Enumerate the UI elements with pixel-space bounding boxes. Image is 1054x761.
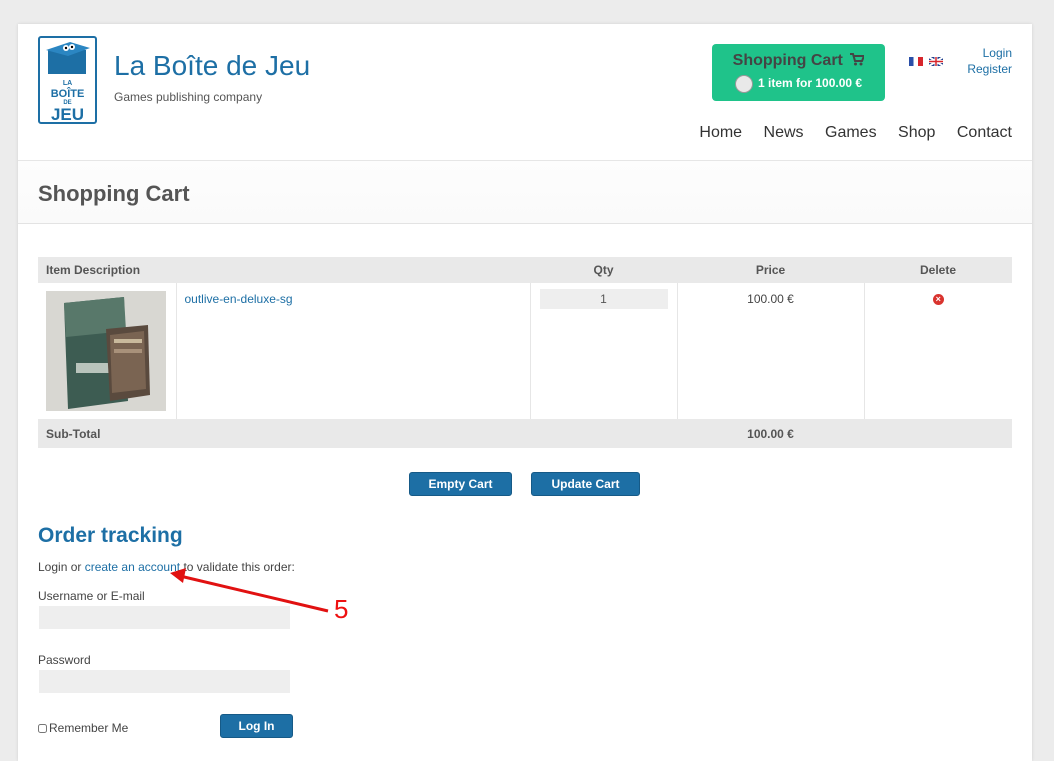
subtotal-spacer-2 xyxy=(864,419,1012,448)
remember-me-checkbox[interactable] xyxy=(38,724,47,733)
remember-me: Remember Me xyxy=(38,721,128,735)
create-account-link[interactable]: create an account xyxy=(85,560,180,574)
subtotal-value: 100.00 € xyxy=(677,419,864,448)
cart-widget-button[interactable]: Shopping Cart 1 item for 100.00 € xyxy=(712,44,885,101)
logo-text-boite: BOÎTE xyxy=(50,88,85,100)
fr-flag-icon[interactable] xyxy=(909,57,923,66)
auth-links: Login Register xyxy=(948,45,1012,77)
password-input[interactable] xyxy=(39,670,290,693)
nav-shop[interactable]: Shop xyxy=(898,124,935,141)
delete-cell: × xyxy=(864,283,1012,419)
site-tagline: Games publishing company xyxy=(114,90,263,104)
annotation-number: 5 xyxy=(334,594,349,624)
site-header: LA BOÎTE DE JEU La Boîte de Jeu Games pu… xyxy=(18,24,1032,161)
cart-table: Item Description Qty Price Delete outliv… xyxy=(38,257,1012,448)
uk-flag-icon[interactable] xyxy=(929,57,944,66)
table-row: outlive-en-deluxe-sg 100.00 € × xyxy=(38,283,1012,419)
remember-me-label: Remember Me xyxy=(49,721,129,735)
register-link[interactable]: Register xyxy=(948,61,1012,77)
product-image-cell xyxy=(38,283,177,419)
nav-news[interactable]: News xyxy=(764,124,804,141)
order-tracking-intro: Login or create an account to validate t… xyxy=(38,560,295,574)
cart-table-header: Item Description Qty Price Delete xyxy=(38,257,1012,283)
site-title[interactable]: La Boîte de Jeu xyxy=(114,50,310,82)
basket-icon xyxy=(735,75,753,93)
intro-text-before: Login or xyxy=(38,560,85,574)
update-cart-button[interactable]: Update Cart xyxy=(531,472,640,496)
shopping-cart-icon xyxy=(850,53,866,71)
product-link[interactable]: outlive-en-deluxe-sg xyxy=(185,292,293,306)
login-link[interactable]: Login xyxy=(948,45,1012,61)
header-price: Price xyxy=(677,257,864,283)
intro-text-after: to validate this order: xyxy=(180,560,295,574)
nav-home[interactable]: Home xyxy=(699,124,742,141)
price-cell: 100.00 € xyxy=(677,283,865,419)
quantity-input[interactable] xyxy=(539,289,668,309)
username-input[interactable] xyxy=(39,606,290,629)
page-container: LA BOÎTE DE JEU La Boîte de Jeu Games pu… xyxy=(18,24,1032,761)
subtotal-row: Sub-Total 100.00 € xyxy=(38,419,1012,448)
nav-contact[interactable]: Contact xyxy=(957,124,1012,141)
site-logo[interactable]: LA BOÎTE DE JEU xyxy=(38,36,97,124)
product-name-cell: outlive-en-deluxe-sg xyxy=(176,283,531,419)
language-switcher xyxy=(909,53,945,71)
cart-widget-summary: 1 item for 100.00 € xyxy=(758,76,863,90)
page-title: Shopping Cart xyxy=(38,181,190,206)
logo-text-jeu: JEU xyxy=(50,105,85,124)
subtotal-spacer xyxy=(530,419,677,448)
logo-wordmark: LA BOÎTE DE JEU xyxy=(40,78,95,123)
delete-item-icon[interactable]: × xyxy=(932,294,944,305)
log-in-button[interactable]: Log In xyxy=(220,714,293,738)
cart-widget-title: Shopping Cart xyxy=(732,52,843,69)
header-delete: Delete xyxy=(864,257,1012,283)
qty-cell xyxy=(530,283,678,419)
username-label: Username or E-mail xyxy=(38,589,145,603)
header-qty: Qty xyxy=(530,257,677,283)
empty-cart-button[interactable]: Empty Cart xyxy=(409,472,512,496)
main-nav: Home News Games Shop Contact xyxy=(682,124,1012,142)
cart-widget-title-row: Shopping Cart xyxy=(712,52,885,71)
password-label: Password xyxy=(38,653,91,667)
page-title-bar: Shopping Cart xyxy=(18,161,1032,224)
subtotal-label: Sub-Total xyxy=(38,419,530,448)
nav-games[interactable]: Games xyxy=(825,124,877,141)
product-image[interactable] xyxy=(46,291,166,411)
header-item-description: Item Description xyxy=(38,257,530,283)
order-tracking-title: Order tracking xyxy=(38,524,183,547)
